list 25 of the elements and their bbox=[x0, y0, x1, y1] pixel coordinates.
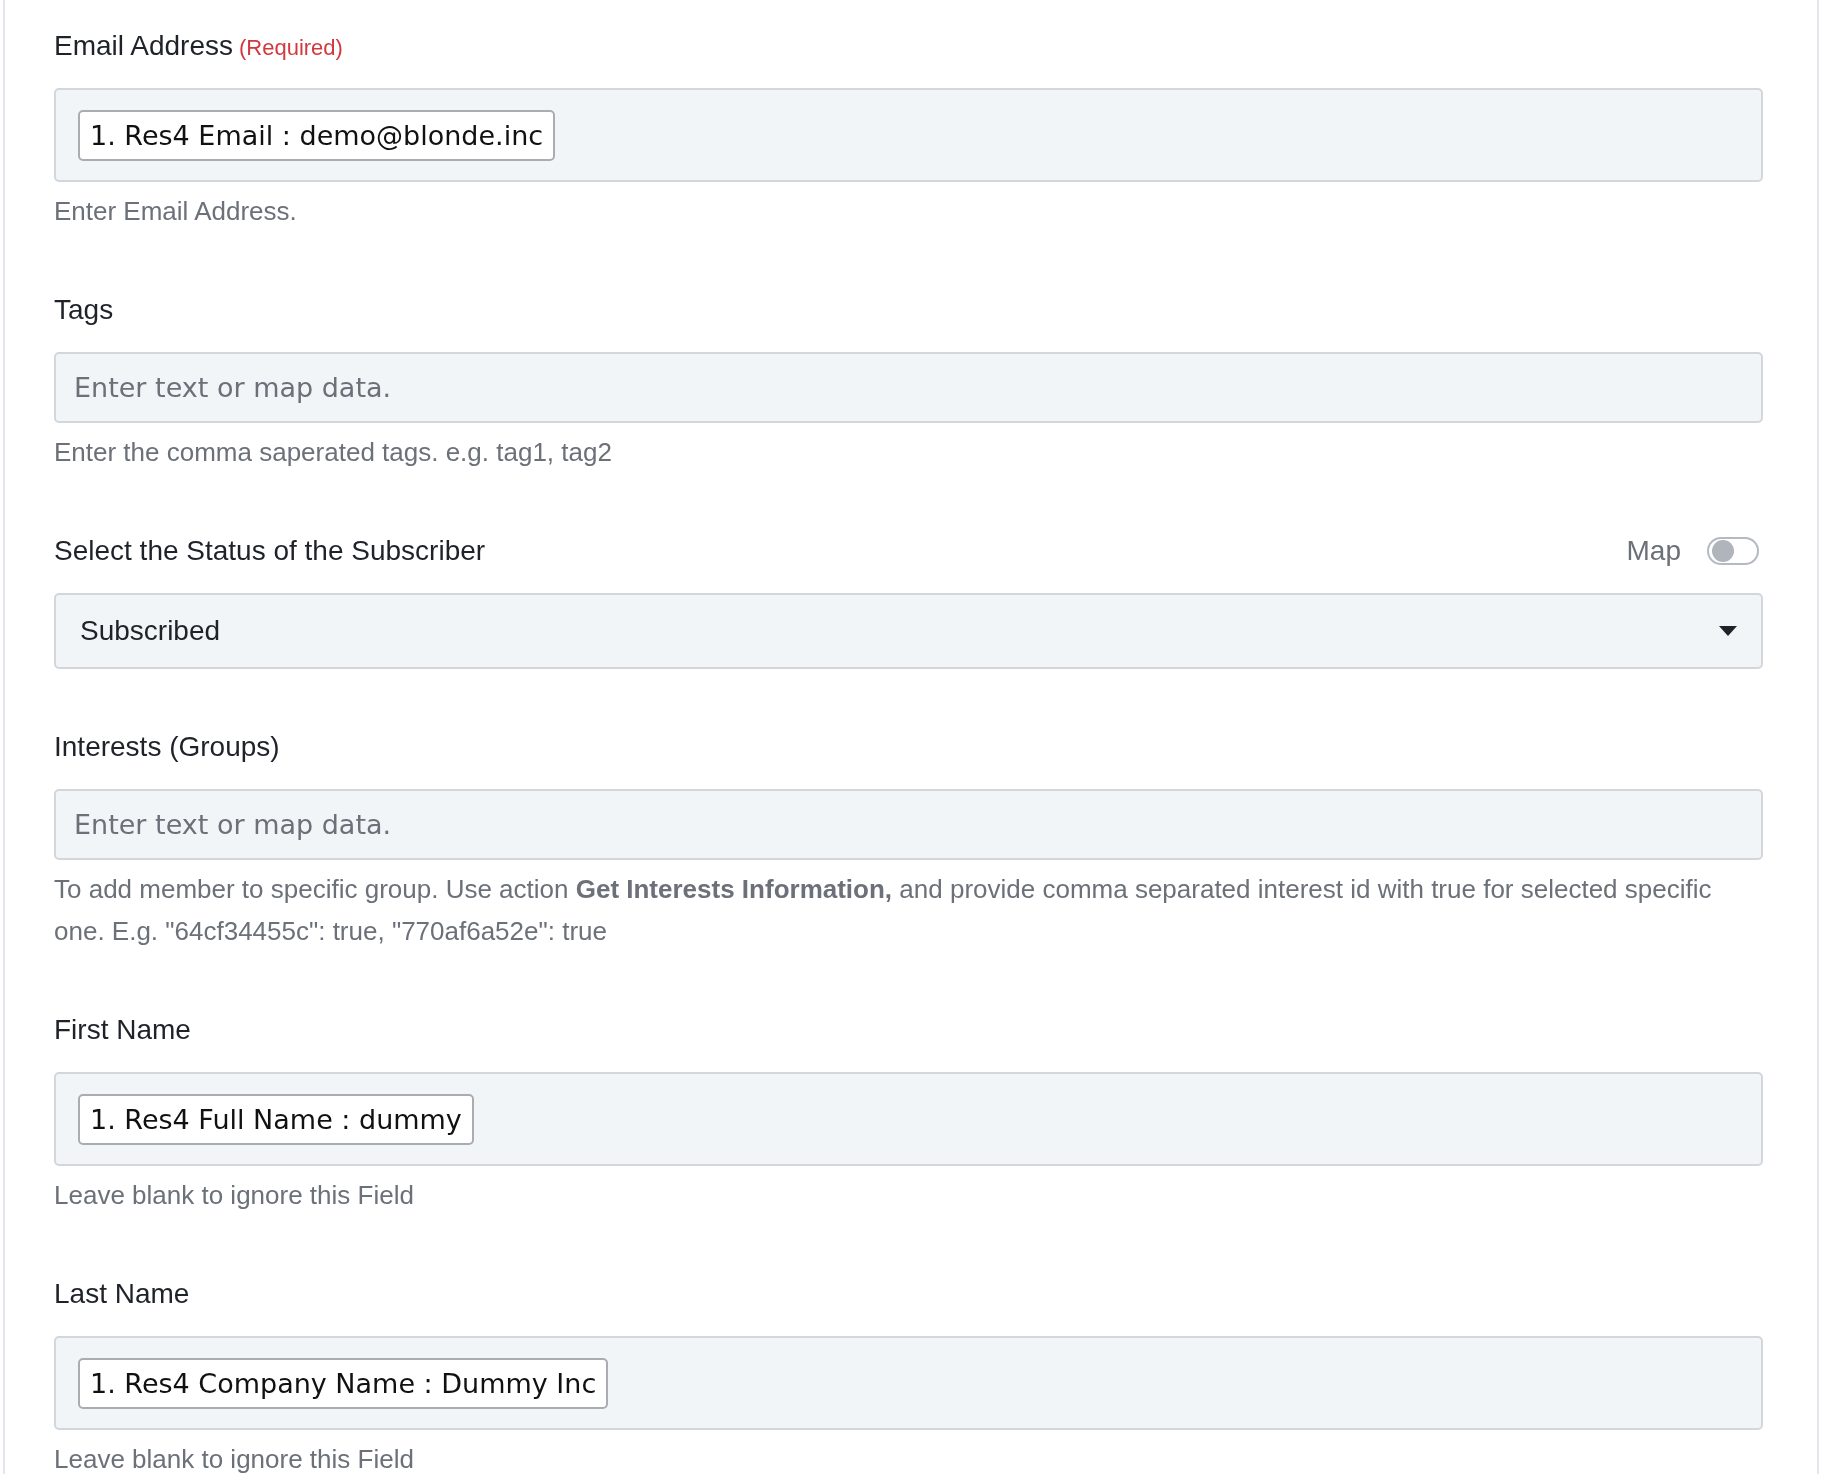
field-label: First Name bbox=[54, 1014, 191, 1046]
input-field[interactable]: Enter text or map data. bbox=[54, 789, 1763, 860]
field-label: Interests (Groups) bbox=[54, 731, 280, 763]
caret-icon bbox=[1719, 626, 1737, 636]
help-text: Leave blank to ignore this Field bbox=[54, 1443, 415, 1474]
mapped-field[interactable]: 1. Res4 Full Name : dummy bbox=[54, 1072, 1763, 1166]
mapped-value-tag[interactable]: 1. Res4 Email : demo@blonde.inc bbox=[78, 109, 556, 161]
help-text: To add member to specific group. Use action Get Interests Information, and provide comma separated interest id with true for selected specific one. E.g. "64cf34455c": true, "770af6a52e": true bbox=[54, 873, 1713, 948]
help-text: Leave blank to ignore this Field bbox=[54, 1179, 415, 1212]
map-label: Map bbox=[1626, 535, 1681, 567]
field-label: Select the Status of the Subscriber bbox=[54, 535, 486, 567]
mapped-value-tag[interactable]: 1. Res4 Company Name : Dummy Inc bbox=[78, 1357, 609, 1409]
status-dropdown[interactable]: Subscribed bbox=[54, 593, 1763, 669]
field-label: Tags bbox=[54, 294, 114, 326]
field-label: Last Name bbox=[54, 1278, 190, 1310]
field-label: Email Address bbox=[54, 30, 233, 62]
mapped-field[interactable]: 1. Res4 Company Name : Dummy Inc bbox=[54, 1336, 1763, 1430]
mapped-value-tag[interactable]: 1. Res4 Full Name : dummy bbox=[78, 1093, 474, 1145]
required-note: (Required) bbox=[238, 35, 343, 61]
mapped-field[interactable]: 1. Res4 Email : demo@blonde.inc bbox=[54, 88, 1763, 182]
help-text: Enter Email Address. bbox=[54, 195, 298, 228]
dropdown-value: Subscribed bbox=[80, 615, 221, 647]
map-toggle[interactable] bbox=[1707, 537, 1759, 565]
help-text: Enter the comma saperated tags. e.g. tag1, tag2 bbox=[54, 436, 613, 469]
input-field[interactable]: Enter text or map data. bbox=[54, 352, 1763, 423]
